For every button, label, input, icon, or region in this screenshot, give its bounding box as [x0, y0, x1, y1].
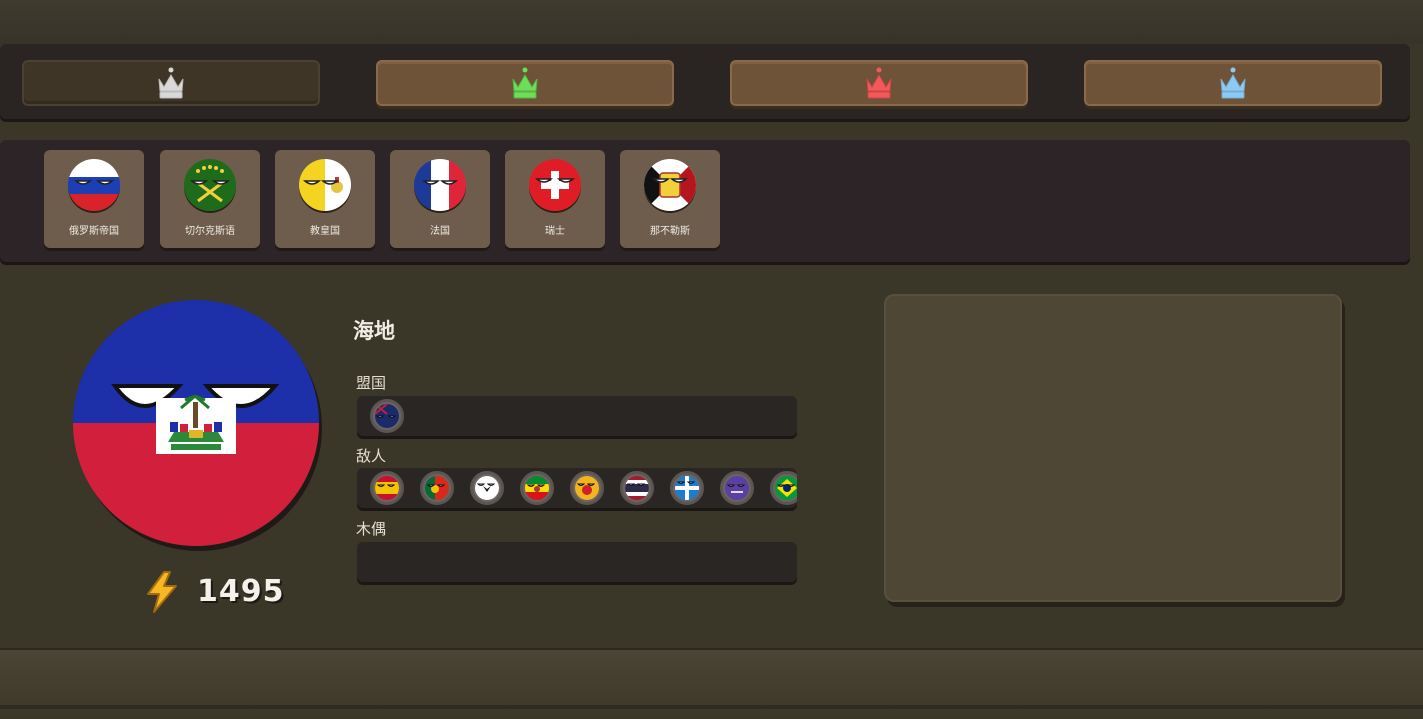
crown-green-icon [512, 67, 538, 99]
sun-flag-icon [575, 476, 599, 500]
nation-card-naples[interactable]: 那不勒斯 [620, 150, 720, 248]
tab-green-crown[interactable] [376, 60, 674, 106]
nation-card-russia[interactable]: 俄罗斯帝国 [44, 150, 144, 248]
bottom-strip [0, 648, 1423, 719]
ethiopia-flag-icon [525, 476, 549, 500]
top-strip [0, 0, 1423, 44]
enemy-quebec[interactable] [670, 471, 704, 505]
puppets-slot [357, 542, 797, 582]
nation-name: 俄罗斯帝国 [69, 226, 119, 237]
russia-flag-icon [68, 159, 120, 211]
nation-card-papal-states[interactable]: 教皇国 [275, 150, 375, 248]
enemy-ethiopia[interactable] [520, 471, 554, 505]
faction-tab-bar [0, 44, 1410, 119]
crown-blue-icon [1220, 67, 1246, 99]
quebec-flag-icon [675, 476, 699, 500]
enemy-prussia[interactable] [470, 471, 504, 505]
nation-name: 瑞士 [545, 226, 565, 237]
purple-flag-icon [725, 476, 749, 500]
switzerland-flag-icon [529, 159, 581, 211]
energy-display: 1495 [142, 568, 362, 616]
puppets-label: 木偶 [356, 520, 387, 538]
nation-name: 切尔克斯语 [185, 226, 235, 237]
enemy-brazil[interactable] [770, 471, 797, 505]
enemy-portugal[interactable] [420, 471, 454, 505]
crown-red-icon [866, 67, 892, 99]
papal-flag-icon [299, 159, 351, 211]
details-panel [884, 294, 1342, 602]
tab-blue-crown[interactable] [1084, 60, 1382, 106]
allies-slot [357, 396, 797, 436]
thailand-flag-icon [625, 476, 649, 500]
enemy-sun-flag[interactable] [570, 471, 604, 505]
enemy-thailand[interactable] [620, 471, 654, 505]
tab-red-crown[interactable] [730, 60, 1028, 106]
nation-list: 俄罗斯帝国 切尔克斯语 教皇国 法国 瑞士 那不勒斯 [0, 140, 1410, 262]
enemy-purple-flag[interactable] [720, 471, 754, 505]
nation-card-circassia[interactable]: 切尔克斯语 [160, 150, 260, 248]
ally-new-zealand[interactable] [370, 399, 404, 433]
nation-name: 法国 [430, 226, 450, 237]
lightning-icon [147, 571, 177, 613]
enemies-label: 敌人 [356, 447, 387, 465]
enemy-spain[interactable] [370, 471, 404, 505]
nation-name: 教皇国 [310, 226, 340, 237]
portugal-flag-icon [425, 476, 449, 500]
tab-white-crown[interactable] [22, 60, 320, 106]
france-flag-icon [414, 159, 466, 211]
circassia-flag-icon [184, 159, 236, 211]
energy-value: 1495 [197, 574, 285, 609]
brazil-flag-icon [775, 476, 797, 500]
naples-flag-icon [644, 159, 696, 211]
nation-name: 那不勒斯 [650, 226, 690, 237]
allies-label: 盟国 [356, 374, 387, 392]
prussia-flag-icon [475, 476, 499, 500]
spain-flag-icon [375, 476, 399, 500]
nation-card-switzerland[interactable]: 瑞士 [505, 150, 605, 248]
nation-card-france[interactable]: 法国 [390, 150, 490, 248]
country-title: 海地 [353, 319, 395, 343]
enemies-slot [357, 468, 797, 508]
new-zealand-flag-icon [375, 404, 399, 428]
haiti-flag-icon [73, 300, 319, 546]
crown-white-icon [158, 67, 184, 99]
